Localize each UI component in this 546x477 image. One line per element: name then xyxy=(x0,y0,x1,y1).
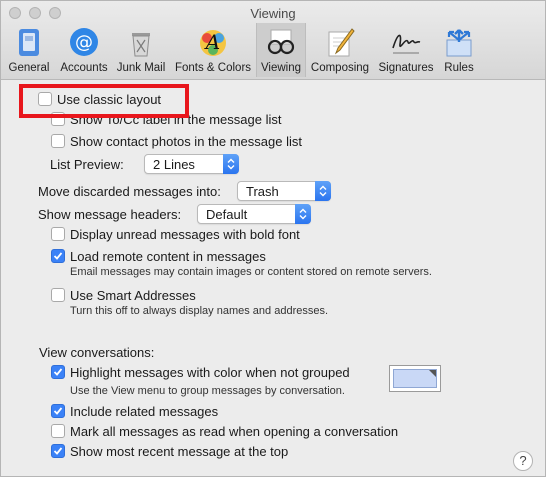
pencil-paper-icon xyxy=(328,28,355,57)
most-recent-top-checkbox[interactable] xyxy=(51,444,65,458)
remote-content-note: Email messages may contain images or con… xyxy=(70,266,432,278)
move-discarded-label: Move discarded messages into: xyxy=(38,183,221,199)
show-photos-option[interactable]: Show contact photos in the message list xyxy=(51,131,302,151)
fonts-palette-icon: A xyxy=(200,30,226,56)
toolbar-signatures[interactable]: Signatures xyxy=(375,23,437,77)
color-well-corner-icon xyxy=(429,370,436,377)
message-headers-value: Default xyxy=(206,206,248,222)
highlight-color-label: Highlight messages with color when not g… xyxy=(70,364,350,380)
move-discarded-row: Move discarded messages into: xyxy=(38,181,221,201)
svg-text:A: A xyxy=(204,30,220,54)
include-related-option[interactable]: Include related messages xyxy=(51,401,218,421)
toolbar-general-label: General xyxy=(8,62,50,74)
highlight-color-option[interactable]: Highlight messages with color when not g… xyxy=(51,362,350,382)
list-preview-value: 2 Lines xyxy=(153,156,195,172)
switch-icon xyxy=(19,29,39,56)
message-headers-label: Show message headers: xyxy=(38,206,182,222)
toolbar-viewing[interactable]: Viewing xyxy=(256,23,306,77)
mark-read-option[interactable]: Mark all messages as read when opening a… xyxy=(51,421,398,441)
highlight-color-checkbox[interactable] xyxy=(51,365,65,379)
toolbar-accounts[interactable]: @ Accounts xyxy=(56,23,112,77)
toolbar-fonts-colors[interactable]: A Fonts & Colors xyxy=(171,23,255,77)
highlight-color-fill xyxy=(393,369,437,388)
mark-read-checkbox[interactable] xyxy=(51,424,65,438)
list-preview-row: List Preview: xyxy=(50,154,124,174)
popup-arrows-icon xyxy=(295,204,311,224)
title-bar: Viewing General @ Accounts Junk Mail A F… xyxy=(1,1,545,80)
toolbar-general[interactable]: General xyxy=(5,23,53,77)
move-discarded-value: Trash xyxy=(246,183,279,199)
show-photos-label: Show contact photos in the message list xyxy=(70,133,302,149)
annotation-highlight-box xyxy=(19,84,189,118)
smart-addresses-option[interactable]: Use Smart Addresses xyxy=(51,285,196,305)
toolbar-composing-label: Composing xyxy=(310,62,370,74)
trash-can-icon xyxy=(132,33,150,57)
list-preview-popup[interactable]: 2 Lines xyxy=(144,154,239,174)
glasses-icon xyxy=(267,29,295,55)
smart-addresses-label: Use Smart Addresses xyxy=(70,287,196,303)
show-photos-checkbox[interactable] xyxy=(51,134,65,148)
toolbar-rules[interactable]: Rules xyxy=(439,23,479,77)
bold-unread-label: Display unread messages with bold font xyxy=(70,226,300,242)
popup-arrows-icon xyxy=(315,181,331,201)
remote-content-checkbox[interactable] xyxy=(51,249,65,263)
window-title: Viewing xyxy=(250,6,296,21)
view-conversations-heading: View conversations: xyxy=(39,344,155,360)
toolbar-viewing-label: Viewing xyxy=(260,62,302,74)
svg-text:@: @ xyxy=(75,32,93,53)
message-headers-popup[interactable]: Default xyxy=(197,204,311,224)
highlight-color-well[interactable] xyxy=(389,365,441,392)
rules-arrows-icon xyxy=(446,29,472,57)
toolbar-composing[interactable]: Composing xyxy=(307,23,373,77)
remote-content-label: Load remote content in messages xyxy=(70,248,266,264)
most-recent-top-option[interactable]: Show most recent message at the top xyxy=(51,441,288,461)
include-related-label: Include related messages xyxy=(70,403,219,419)
toolbar-accounts-label: Accounts xyxy=(60,62,108,74)
most-recent-top-label: Show most recent message at the top xyxy=(70,443,289,459)
preferences-window: Viewing General @ Accounts Junk Mail A F… xyxy=(0,0,546,477)
view-conversations-heading-row: View conversations: xyxy=(39,342,154,362)
toolbar-junk-mail[interactable]: Junk Mail xyxy=(113,23,169,77)
toolbar-fonts-colors-label: Fonts & Colors xyxy=(174,62,252,74)
highlight-color-note: Use the View menu to group messages by c… xyxy=(70,385,345,397)
toolbar-rules-label: Rules xyxy=(444,62,474,74)
toolbar-junk-mail-label: Junk Mail xyxy=(116,62,166,74)
popup-arrows-icon xyxy=(223,154,239,174)
toolbar-signatures-label: Signatures xyxy=(378,62,434,74)
remote-content-option[interactable]: Load remote content in messages xyxy=(51,246,266,266)
bold-unread-option[interactable]: Display unread messages with bold font xyxy=(51,224,300,244)
smart-addresses-note: Turn this off to always display names an… xyxy=(70,305,329,317)
at-sign-icon: @ xyxy=(70,28,98,56)
signature-icon xyxy=(392,34,421,54)
move-discarded-popup[interactable]: Trash xyxy=(237,181,331,201)
help-button[interactable]: ? xyxy=(513,451,533,471)
message-headers-row: Show message headers: xyxy=(38,204,181,224)
list-preview-label: List Preview: xyxy=(50,156,124,172)
bold-unread-checkbox[interactable] xyxy=(51,227,65,241)
include-related-checkbox[interactable] xyxy=(51,404,65,418)
smart-addresses-checkbox[interactable] xyxy=(51,288,65,302)
mark-read-label: Mark all messages as read when opening a… xyxy=(70,423,399,439)
